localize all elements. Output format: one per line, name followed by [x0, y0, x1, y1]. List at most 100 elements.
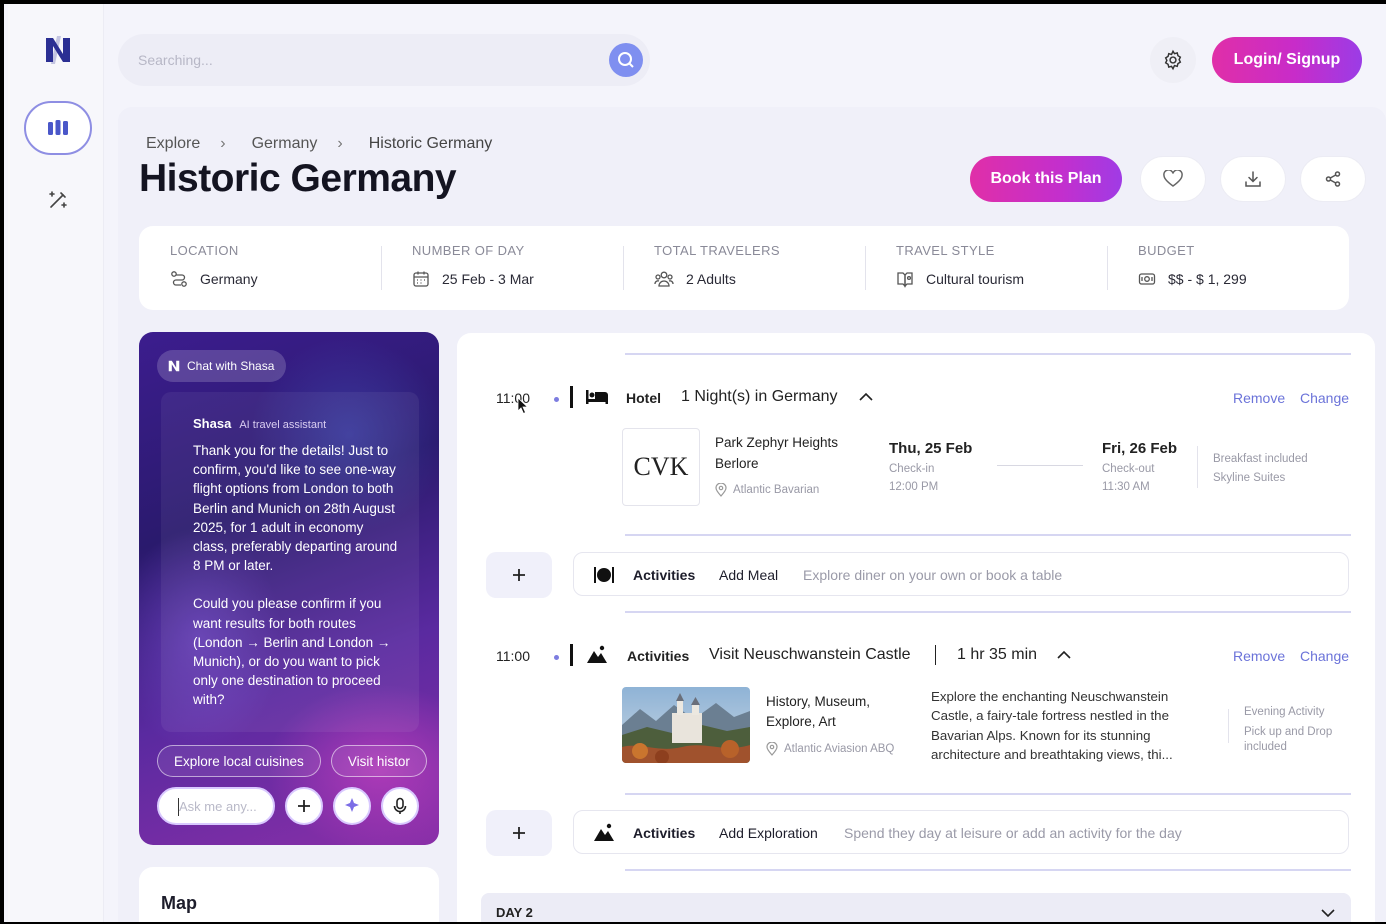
row-desc: Visit Neuschwanstein Castle	[709, 646, 911, 663]
calendar-icon	[413, 271, 429, 287]
row-desc: 1 Night(s) in Germany	[681, 388, 838, 405]
mountain-icon	[587, 645, 607, 663]
checkout-block: Fri, 26 Feb Check-out 11:30 AM	[1102, 440, 1177, 493]
extra-item: Evening Activity	[1244, 706, 1325, 718]
info-label: LOCATION	[170, 243, 239, 258]
location-text: Atlantic Aviasion ABQ	[784, 743, 895, 755]
info-location: LOCATION Germany	[139, 226, 381, 310]
sender-name: Shasa	[193, 416, 232, 431]
add-item-button[interactable]	[486, 552, 552, 598]
info-label: TRAVEL STYLE	[896, 243, 995, 258]
hotel-location: Atlantic Bavarian	[715, 483, 819, 497]
bar-type: Activities	[633, 825, 696, 841]
activity-extras: Evening Activity Pick up and Drop includ…	[1244, 705, 1354, 755]
attach-button[interactable]	[285, 787, 323, 825]
suggestion-chips: Explore local cuisines Visit histor	[157, 745, 439, 777]
add-exploration-bar[interactable]: Activities Add Exploration Spend they da…	[573, 810, 1349, 854]
route-icon	[171, 271, 187, 287]
mountain-icon	[594, 823, 614, 841]
change-link[interactable]: Change	[1300, 390, 1349, 406]
checkin-block: Thu, 25 Feb Check-in 12:00 PM	[889, 440, 972, 493]
page-title: Historic Germany	[139, 157, 457, 200]
activity-tags: History, Museum, Explore, Art	[766, 692, 870, 732]
heart-icon	[1163, 170, 1183, 187]
magic-button[interactable]	[333, 787, 371, 825]
gear-icon	[1164, 49, 1182, 71]
map-card: Map	[139, 867, 439, 922]
share-icon	[1325, 171, 1341, 187]
divider	[625, 611, 1351, 613]
people-icon	[654, 271, 674, 287]
chevron-down-icon[interactable]	[1321, 908, 1335, 918]
search-icon	[618, 52, 634, 68]
divider	[625, 869, 1351, 871]
chevron-up-icon[interactable]	[1057, 650, 1071, 660]
hotel-name-line: Park Zephyr Heights	[715, 435, 839, 450]
change-link[interactable]: Change	[1300, 648, 1349, 664]
divider	[625, 353, 1351, 355]
remove-link[interactable]: Remove	[1233, 648, 1285, 664]
divider	[625, 793, 1351, 795]
side-rail	[8, 4, 104, 922]
map-title: Map	[161, 893, 197, 913]
info-budget: BUDGET $$ - $ 1, 299	[1107, 226, 1349, 310]
download-icon	[1245, 171, 1261, 187]
divider	[1197, 446, 1198, 488]
row-type: Hotel	[626, 390, 661, 406]
search-bar	[118, 34, 650, 86]
login-signup-button[interactable]: Login/ Signup	[1212, 37, 1362, 83]
plus-icon	[513, 569, 525, 581]
bed-icon	[586, 390, 608, 404]
magic-wand-icon[interactable]	[46, 188, 70, 212]
checkout-label: Check-out	[1102, 463, 1155, 475]
plus-icon	[298, 800, 310, 812]
settings-button[interactable]	[1150, 37, 1196, 83]
share-button[interactable]	[1300, 156, 1366, 202]
timeline-bar	[570, 386, 573, 408]
activity-location: Atlantic Aviasion ABQ	[766, 742, 894, 756]
hotel-row-header: 11:00 Hotel 1 Night(s) in Germany Remove…	[457, 384, 1375, 414]
add-item-button[interactable]	[486, 810, 552, 856]
info-travelers: TOTAL TRAVELERS 2 Adults	[623, 226, 865, 310]
chat-message: Shasa AI travel assistant Thank you for t…	[161, 392, 419, 732]
chat-input-wrap	[157, 787, 275, 825]
chat-with-shasa-pill[interactable]: Chat with Shasa	[157, 350, 287, 382]
plans-nav-button[interactable]	[24, 101, 92, 155]
breadcrumb-germany[interactable]: Germany	[252, 135, 318, 153]
checkout-time: 11:30 AM	[1102, 481, 1150, 493]
info-style: TRAVEL STYLE Cultural tourism	[865, 226, 1107, 310]
favorite-button[interactable]	[1140, 156, 1206, 202]
divider	[625, 534, 1351, 536]
info-value: 2 Adults	[686, 271, 736, 287]
book-plan-button[interactable]: Book this Plan	[970, 156, 1122, 202]
bar-type: Activities	[633, 567, 696, 583]
chevron-up-icon[interactable]	[859, 392, 873, 402]
add-meal-bar[interactable]: Activities Add Meal Explore diner on you…	[573, 552, 1349, 596]
location-pin-icon	[766, 742, 778, 756]
suggestion-chip[interactable]: Visit histor	[330, 745, 427, 777]
day-2-header[interactable]: DAY 2	[481, 893, 1351, 922]
microphone-button[interactable]	[381, 787, 419, 825]
timeline-dot	[554, 655, 559, 660]
breadcrumb-explore[interactable]: Explore	[146, 135, 200, 153]
breadcrumb-current: Historic Germany	[368, 135, 493, 152]
chat-input[interactable]	[159, 789, 273, 823]
location-text: Atlantic Bavarian	[733, 484, 820, 496]
download-button[interactable]	[1220, 156, 1286, 202]
search-button[interactable]	[609, 43, 643, 77]
chat-sender: Shasa AI travel assistant	[193, 416, 401, 431]
breadcrumb: Explore › Germany › Historic Germany	[146, 135, 492, 153]
logo-icon[interactable]	[42, 34, 74, 66]
plate-cutlery-icon	[594, 567, 614, 583]
suggestion-chip[interactable]: Explore local cuisines	[157, 745, 321, 777]
info-label: BUDGET	[1138, 243, 1195, 258]
hotel-name: Park Zephyr Heights Berlore	[715, 432, 838, 474]
search-input[interactable]	[138, 48, 558, 72]
hotel-name-line: Berlore	[715, 456, 759, 471]
remove-link[interactable]: Remove	[1233, 390, 1285, 406]
chat-pill-label: Chat with Shasa	[187, 359, 275, 373]
map-book-icon	[897, 272, 913, 288]
logo-icon	[168, 360, 180, 372]
main-panel: Explore › Germany › Historic Germany His…	[118, 107, 1386, 922]
info-value: Germany	[200, 271, 258, 287]
